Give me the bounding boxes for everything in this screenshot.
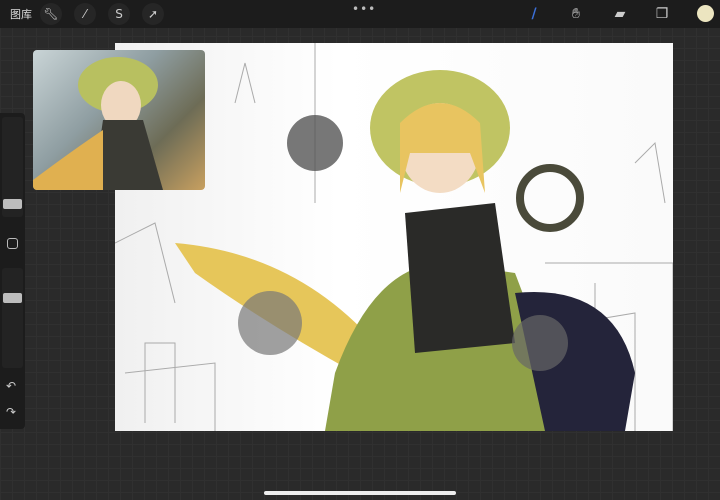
transform-arrow-icon[interactable]: ➚ xyxy=(142,3,164,25)
home-indicator[interactable] xyxy=(264,491,456,495)
color-picker[interactable] xyxy=(697,5,714,22)
slider-handle[interactable] xyxy=(3,199,22,209)
chibi-figure xyxy=(238,291,302,355)
chibi-figure xyxy=(512,315,568,371)
eraser-icon[interactable]: ▰ xyxy=(610,4,630,24)
bodice xyxy=(405,203,515,353)
magic-wand-icon[interactable]: ⁄ xyxy=(74,3,96,25)
reference-image-window[interactable] xyxy=(33,50,205,190)
top-toolbar: 图库 🔧︎ ⁄ S ➚ ••• / ✋︎ ▰ ❐ xyxy=(0,0,720,28)
more-button[interactable]: ••• xyxy=(352,2,376,16)
chibi-figure xyxy=(287,115,343,171)
selection-icon[interactable]: S xyxy=(108,3,130,25)
layers-icon[interactable]: ❐ xyxy=(652,4,672,24)
modify-button[interactable] xyxy=(7,238,18,249)
redo-icon[interactable]: ↷ xyxy=(6,405,16,419)
brush-icon[interactable]: / xyxy=(524,4,544,24)
reference-image xyxy=(33,57,163,190)
slider-handle[interactable] xyxy=(3,293,22,303)
staff xyxy=(516,164,584,232)
gallery-button[interactable]: 图库 xyxy=(10,6,32,22)
smudge-icon[interactable]: ✋︎ xyxy=(566,4,586,24)
wrench-icon[interactable]: 🔧︎ xyxy=(40,3,62,25)
opacity-slider[interactable] xyxy=(2,268,23,368)
brush-size-slider[interactable] xyxy=(2,117,23,217)
undo-icon[interactable]: ↶ xyxy=(6,379,16,393)
sidebar: ↶ ↷ xyxy=(0,113,25,429)
